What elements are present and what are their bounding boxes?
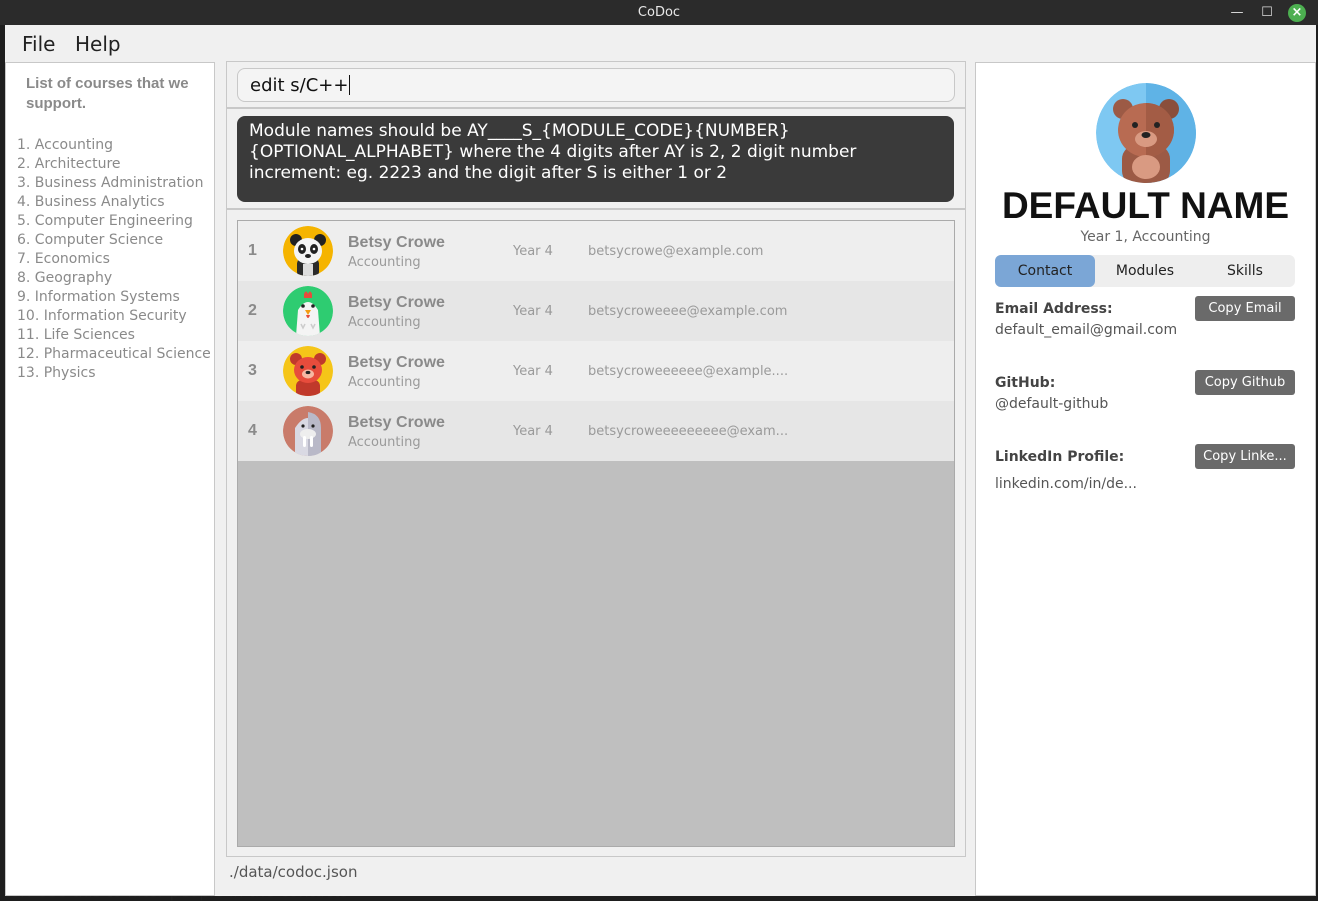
copy-github-button[interactable]: Copy Github [1195,370,1295,395]
course-list-heading: List of courses that we support. [26,75,189,112]
course-item: 10. Information Security [17,308,187,324]
tab-modules[interactable]: Modules [1095,255,1195,287]
linkedin-value: linkedin.com/in/de... [995,476,1137,492]
menu-bar: File Help [5,25,1316,61]
person-index: 2 [248,302,257,319]
person-name: Betsy Crowe [348,354,445,371]
divider [227,208,965,210]
person-email: betsycrowe@example.com [588,244,764,259]
red-bear-icon [283,346,333,396]
person-index: 3 [248,362,257,379]
copy-linkedin-button[interactable]: Copy Linke... [1195,444,1295,469]
course-item: 4. Business Analytics [17,194,165,210]
person-card[interactable]: 4 Betsy Crowe Accounting Year 4 betsycro… [238,401,954,461]
panda-icon [283,226,333,276]
course-list: 1. Accounting 2. Architecture 3. Busines… [17,136,211,383]
person-year: Year 4 [513,424,553,439]
course-item: 8. Geography [17,270,113,286]
email-value: default_email@gmail.com [995,322,1178,338]
menu-file[interactable]: File [22,32,55,56]
app-window: File Help List of courses that we suppor… [5,25,1316,896]
course-item: 1. Accounting [17,137,113,153]
tab-contact[interactable]: Contact [995,255,1095,287]
title-bar: CoDoc — ☐ × [0,0,1318,25]
main-panel: edit s/C++ Module names should be AY____… [226,61,966,857]
command-input[interactable]: edit s/C++ [237,68,955,102]
email-label: Email Address: [995,301,1113,317]
close-icon[interactable]: × [1288,4,1306,22]
person-email: betsycroweeee@example.com [588,304,788,319]
person-name: Betsy Crowe [348,234,445,251]
course-item: 9. Information Systems [17,289,180,305]
person-index: 1 [248,242,257,259]
person-course: Accounting [348,255,421,270]
person-card[interactable]: 1 Betsy Crowe Accounting Year 4 betsycro… [238,221,954,281]
person-year: Year 4 [513,304,553,319]
course-item: 6. Computer Science [17,232,164,248]
copy-email-button[interactable]: Copy Email [1195,296,1295,321]
brown-bear-icon [1096,83,1196,183]
person-course: Accounting [348,315,421,330]
minimize-icon[interactable]: — [1228,4,1246,22]
result-display: Module names should be AY____S_{MODULE_C… [237,116,954,202]
github-value: @default-github [995,396,1109,412]
walrus-icon [283,406,333,456]
course-item: 7. Economics [17,251,110,267]
course-item: 13. Physics [17,365,96,381]
person-name: Betsy Crowe [348,294,445,311]
person-detail-panel: DEFAULT NAME Year 1, Accounting Contact … [975,62,1316,896]
maximize-icon[interactable]: ☐ [1258,4,1276,22]
person-email: betsycroweeeeee@example.... [588,364,789,379]
person-index: 4 [248,422,257,439]
person-list[interactable]: 1 Betsy Crowe Accounting Year 4 betsycro… [237,220,955,847]
person-card[interactable]: 2 Betsy Crowe Accounting Year 4 betsycro… [238,281,954,341]
course-item: 12. Pharmaceutical Science [17,346,211,362]
status-bar-path: ./data/codoc.json [229,863,358,881]
window-title: CoDoc [637,5,681,20]
github-label: GitHub: [995,375,1056,391]
person-course: Accounting [348,375,421,390]
person-year: Year 4 [513,244,553,259]
command-text: edit s/C++ [250,75,349,96]
person-course: Accounting [348,435,421,450]
person-email: betsycroweeeeeeeee@exam... [588,424,789,439]
tab-skills[interactable]: Skills [1195,255,1295,287]
course-item: 11. Life Sciences [17,327,135,343]
person-card[interactable]: 3 Betsy Crowe Accounting Year 4 betsycro… [238,341,954,401]
detail-year-course: Year 1, Accounting [1080,229,1211,245]
chicken-icon [283,286,333,336]
linkedin-label: LinkedIn Profile: [995,449,1125,465]
course-list-panel: List of courses that we support. 1. Acco… [5,62,215,896]
course-item: 3. Business Administration [17,175,204,191]
person-year: Year 4 [513,364,553,379]
divider [227,107,965,109]
text-caret [349,75,351,95]
detail-tabs: Contact Modules Skills [995,255,1295,287]
menu-help[interactable]: Help [75,32,121,56]
course-item: 5. Computer Engineering [17,213,193,229]
person-name: Betsy Crowe [348,414,445,431]
course-item: 2. Architecture [17,156,121,172]
detail-name: DEFAULT NAME [1001,185,1290,226]
